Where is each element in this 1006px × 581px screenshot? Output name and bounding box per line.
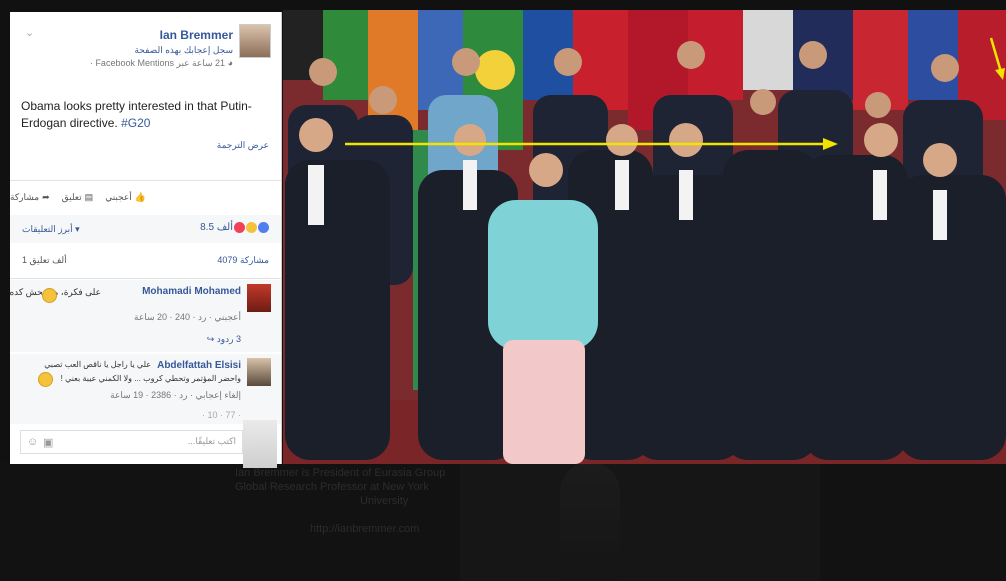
divider <box>10 278 281 279</box>
comment-item: Mohamadi Mohamed على فكرة، ميصحش كده أعج… <box>10 280 281 352</box>
facebook-post-card: ⌄ Ian Bremmer سجل إعجابك بهذه الصفحة ◕ 2… <box>10 12 282 464</box>
emoji-icon[interactable]: ☺ <box>27 436 38 448</box>
comment-label: تعليق <box>61 191 82 202</box>
camera-icon[interactable]: ▣ <box>43 436 53 449</box>
see-translation-link[interactable]: عرض الترجمة <box>217 140 269 151</box>
haha-reaction-icon <box>246 222 257 233</box>
post-text: Obama looks pretty interested in that Pu… <box>21 98 271 132</box>
commenter-name[interactable]: Mohamadi Mohamed <box>142 286 241 297</box>
like-page-link[interactable]: سجل إعجابك بهذه الصفحة <box>134 45 233 56</box>
replies-label: 3 ردود <box>216 334 241 344</box>
hashtag-link[interactable]: #G20 <box>121 116 150 130</box>
comments-count[interactable]: 1 ألف تعليق <box>22 255 67 266</box>
commenter-avatar[interactable] <box>247 284 271 312</box>
comment-item: Abdelfattah Elsisi علي يا راجل يا ناقص ا… <box>10 354 281 424</box>
comment-input[interactable]: اكتب تعليقًا... ☺ ▣ <box>20 430 243 454</box>
background-bio-line2: Global Research Professor at New York <box>235 481 429 493</box>
post-timestamp: ◕ 21 ساعة عبر Facebook Mentions · <box>90 58 233 69</box>
comment-text-line1: علي يا راجل يا ناقص العب تصبي <box>44 360 151 369</box>
reactions-summary[interactable]: 8.5 ألف <box>200 222 269 233</box>
reactions-bar: أبرز التعليقات ▾ 8.5 ألف <box>10 215 281 243</box>
love-reaction-icon <box>234 222 245 233</box>
commenter-name[interactable]: Abdelfattah Elsisi <box>157 360 241 371</box>
share-label: مشاركة <box>10 191 40 202</box>
reply-arrow-icon: ↪ <box>206 334 215 344</box>
screen: { "post_card": { "author": "Ian Bremmer"… <box>0 0 1006 581</box>
dark-background: Ian Bremmer is President of Eurasia Grou… <box>0 462 1006 581</box>
top-comments-dropdown[interactable]: أبرز التعليقات ▾ <box>22 224 80 235</box>
shares-count[interactable]: 4079 مشاركة <box>217 255 269 266</box>
post-header: ⌄ Ian Bremmer سجل إعجابك بهذه الصفحة ◕ 2… <box>10 12 281 82</box>
reactions-count: 8.5 ألف <box>200 222 233 233</box>
background-bio-line1: Ian Bremmer is President of Eurasia Grou… <box>235 467 446 479</box>
commenter-avatar[interactable] <box>247 358 271 386</box>
like-label: أعجبني <box>105 191 132 202</box>
background-bio-line3: University <box>360 495 409 507</box>
background-link[interactable]: http://ianbremmer.com <box>310 522 419 536</box>
g20-group-photo <box>283 10 1006 464</box>
comment-text-line2: واحضر المؤتمر وتحطي كروب ... ولا الكمني … <box>60 374 241 383</box>
scroll-thumb[interactable] <box>243 420 277 468</box>
author-avatar[interactable] <box>239 24 271 58</box>
comment-input-placeholder: اكتب تعليقًا... <box>187 436 236 446</box>
comment-icon: ▤ <box>84 191 94 202</box>
post-stats: 1 ألف تعليق 4079 مشاركة <box>22 255 269 269</box>
comment-meta: إلغاء إعجابي · رد · 2386 · 19 ساعة <box>110 390 241 400</box>
post-actions: 👍 أعجبني ▤ تعليق ➦ مشاركة <box>10 187 281 207</box>
share-icon: ➦ <box>42 191 50 202</box>
share-button[interactable]: ➦ مشاركة <box>10 187 50 207</box>
background-panel <box>460 462 820 581</box>
grinning-emoji-icon <box>38 372 53 387</box>
background-figure <box>560 462 620 581</box>
author-name[interactable]: Ian Bremmer <box>160 28 233 42</box>
next-comment-cut: · 77 · 10 · <box>201 410 241 420</box>
globe-icon: ◕ <box>227 58 233 68</box>
like-button[interactable]: 👍 أعجبني <box>105 187 146 207</box>
comment-meta: أعجبني · رد · 240 · 20 ساعة <box>134 312 241 322</box>
view-replies-link[interactable]: 3 ردود ↪ <box>207 334 241 345</box>
group-photo-illustration <box>283 10 1006 464</box>
comment-button[interactable]: ▤ تعليق <box>62 187 94 207</box>
post-timestamp-text: 21 ساعة عبر Facebook Mentions · <box>89 58 226 68</box>
like-reaction-icon <box>258 222 269 233</box>
thumbs-up-icon: 👍 <box>134 191 147 202</box>
divider <box>10 180 281 181</box>
grinning-emoji-icon <box>42 288 57 303</box>
chevron-down-icon[interactable]: ⌄ <box>25 26 34 39</box>
